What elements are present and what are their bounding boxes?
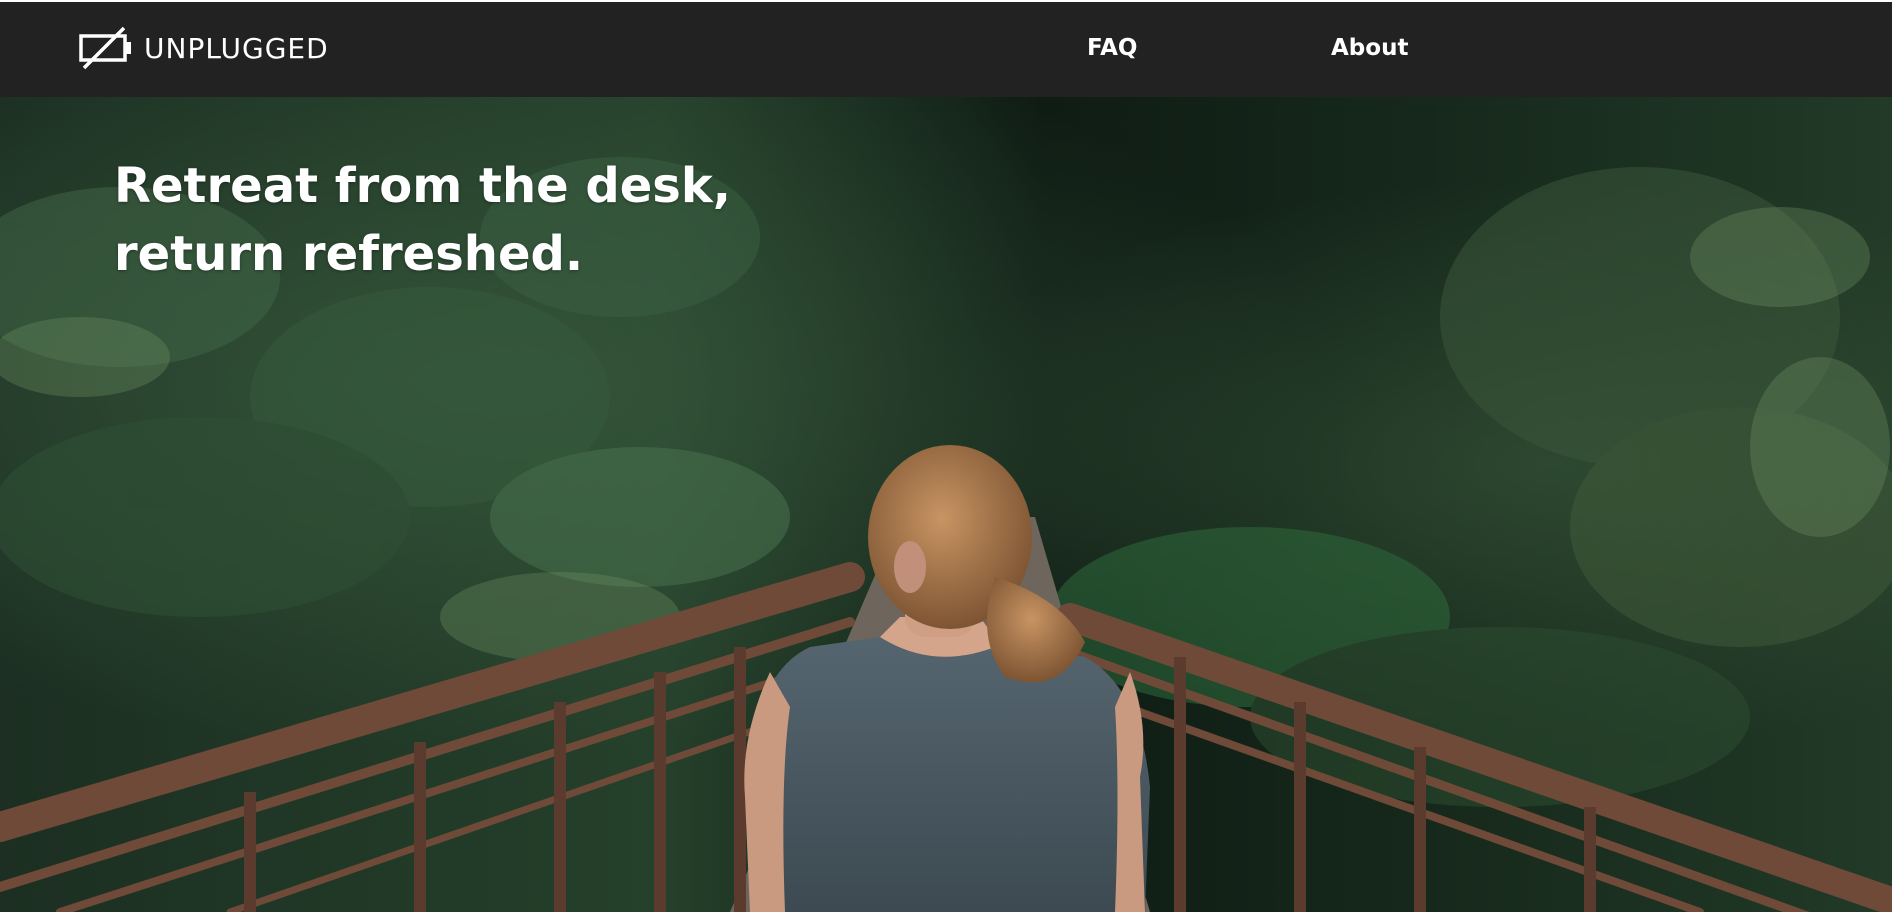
hero-headline-line-2: return refreshed. xyxy=(114,226,584,282)
hero-headline-line-1: Retreat from the desk, xyxy=(114,158,732,214)
nav-faq[interactable]: FAQ xyxy=(1087,35,1137,61)
logo-link[interactable]: UNPLUGGED xyxy=(78,26,329,70)
hero-section: Retreat from the desk, return refreshed. xyxy=(0,97,1894,912)
hero-headline: Retreat from the desk, return refreshed. xyxy=(114,152,731,288)
unplugged-battery-icon xyxy=(79,26,131,70)
nav-about[interactable]: About xyxy=(1331,35,1408,61)
page: UNPLUGGED FAQ About Retreat from the des… xyxy=(0,0,1894,912)
brand-name: UNPLUGGED xyxy=(144,31,329,65)
site-header: UNPLUGGED FAQ About xyxy=(0,2,1894,97)
